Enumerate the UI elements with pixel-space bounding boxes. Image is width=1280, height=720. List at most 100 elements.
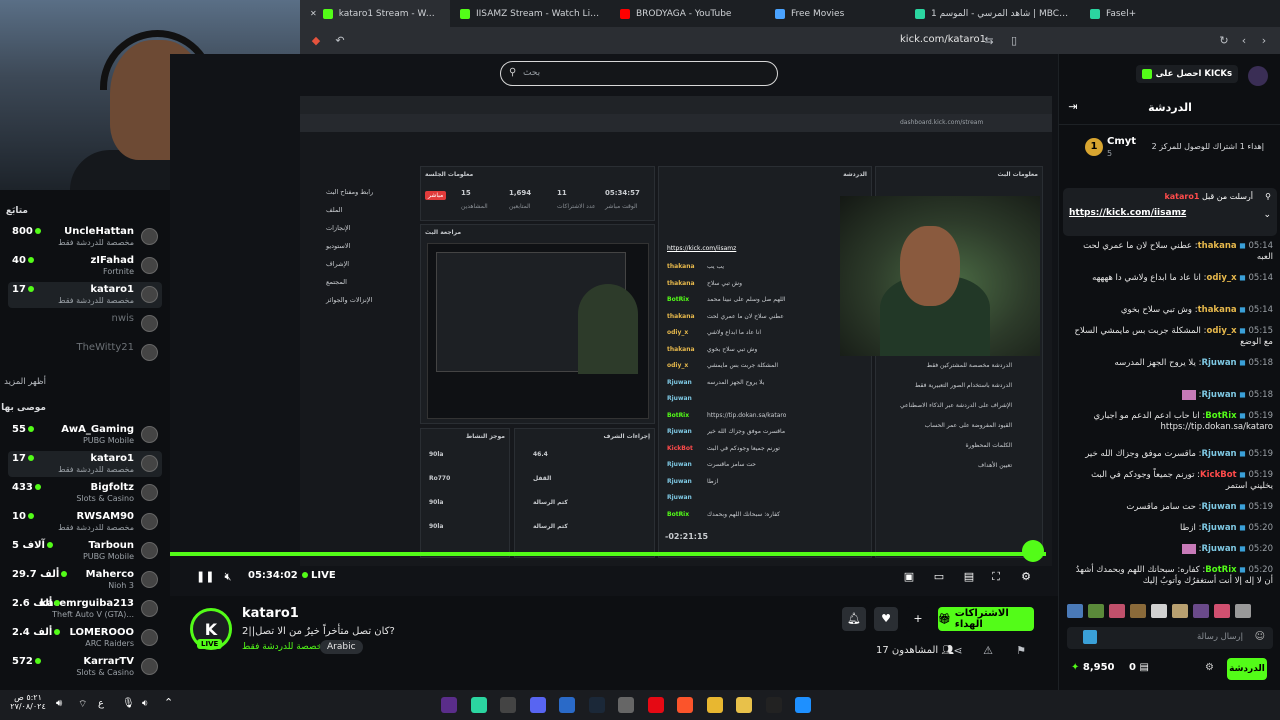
chat-username[interactable]: KickBot (1200, 470, 1237, 480)
chat-message[interactable]: 05:20 ◼ Rjuwan: (1067, 543, 1273, 555)
emote-icon[interactable] (1172, 604, 1188, 618)
sidebar-channel-item[interactable]: RWSAM90 مخصصة للدردشة فقط 10 (8, 509, 162, 535)
chat-message[interactable]: 05:20 ◼ Rjuwan: ازطا (1067, 522, 1273, 534)
gift-subscription-button[interactable]: 🎁︎ الاشتراكات الهداء (938, 607, 1034, 631)
sidebar-channel-item[interactable]: kacemrguiba213 Theft Auto V (GTA)... 2.6 أ… (8, 596, 162, 622)
brave-shield-icon[interactable]: ◆ (310, 35, 322, 47)
follow-button[interactable]: ♥ (874, 607, 898, 631)
volume-icon[interactable]: 🔉︎ (142, 698, 148, 709)
chat-username[interactable]: thakana (1198, 241, 1237, 251)
store-icon[interactable] (559, 697, 575, 713)
sidebar-channel-item[interactable]: Maherco Nioh 3 29.7 ألف (8, 567, 162, 593)
chat-username[interactable]: Rjuwan (1201, 390, 1236, 400)
game-icon[interactable] (500, 697, 516, 713)
nav-back-icon[interactable]: ‹ (1238, 35, 1250, 47)
sidebar-channel-item[interactable]: TheWitty21 (8, 340, 162, 366)
chat-message[interactable]: 05:19 ◼ BotRix: انا حاب ادعم الدعم مو اج… (1067, 410, 1273, 433)
chat-message[interactable]: 05:20 ◼ BotRix: كفاره: سبحانك اللهم وبحم… (1067, 564, 1273, 587)
emote-icon[interactable] (1214, 604, 1230, 618)
emote-icon[interactable] (1130, 604, 1146, 618)
nav-forward-icon[interactable]: › (1258, 35, 1270, 47)
mic-icon[interactable]: 🎙︎ (122, 698, 135, 709)
browser-tab[interactable]: Fasel+ (1080, 0, 1200, 27)
chat-message[interactable]: 05:18 ◼ Rjuwan: (1067, 389, 1273, 401)
chat-username[interactable]: thakana (1198, 305, 1237, 315)
chat-message[interactable]: 05:14 ◼ thakana: عطني سلاح لان ما عمري ل… (1067, 240, 1273, 263)
chat-username[interactable]: Rjuwan (1201, 449, 1236, 459)
back-icon[interactable]: ↶ (334, 35, 346, 47)
chat-message[interactable]: 05:14 ◼ thakana: وش تبي سلاح بخوي (1067, 304, 1273, 316)
emote-icon[interactable] (1151, 604, 1167, 618)
chat-username[interactable]: BotRix (1205, 565, 1236, 575)
notifications-button[interactable]: 🔔︎ (842, 607, 866, 631)
sidebar-channel-item[interactable]: UncleHattan مخصصة للدردشة فقط 800 (8, 224, 162, 250)
steam-icon[interactable] (588, 697, 605, 713)
chat-message[interactable]: 05:14 ◼ odiy_x: انا عاد ما ابداع ولاشي د… (1067, 272, 1273, 284)
sidebar-channel-item[interactable]: zIFahad Fortnite 40 (8, 253, 162, 279)
show-more-link[interactable]: أظهر المزيد (4, 377, 46, 387)
chat-message[interactable]: 05:19 ◼ Rjuwan: حت سامز ماقسرت (1067, 501, 1273, 513)
chrome-icon[interactable] (706, 697, 723, 713)
pin-icon[interactable]: ⚲ (1265, 192, 1271, 201)
chat-username[interactable]: Rjuwan (1201, 523, 1236, 533)
sidebar-channel-item[interactable]: LOMEROOO ARC Raiders 2.4 ألف (8, 625, 162, 651)
chat-username[interactable]: BotRix (1205, 411, 1236, 421)
sidebar-channel-item[interactable]: kataro1 مخصصة للدردشة فقط 17 (8, 451, 162, 477)
video-player[interactable]: ⚲ بحث dashboard.kick.com/stream رابط ومف… (170, 54, 1058, 596)
sidebar-channel-item[interactable]: kataro1 مخصصة للدردشة فقط 17 (8, 282, 162, 308)
browser-tab[interactable]: Free Movies (765, 0, 905, 27)
clip-icon[interactable]: ▤ (963, 571, 975, 583)
add-button[interactable]: + (906, 607, 930, 631)
sidebar-channel-item[interactable]: nwis (8, 311, 162, 337)
kick-emote-icon[interactable] (1083, 630, 1097, 644)
emote-icon[interactable] (1067, 604, 1083, 618)
mute-icon[interactable]: 🔇︎ (222, 571, 234, 583)
emote-icon[interactable] (1235, 604, 1251, 618)
sidebar-channel-item[interactable]: Bigfoltz Slots & Casino 433 (8, 480, 162, 506)
folder-icon[interactable] (736, 697, 752, 713)
emoji-icon[interactable]: ☺ (1255, 631, 1265, 642)
pause-icon[interactable]: ❚❚ (196, 571, 214, 583)
chat-username[interactable]: odiy_x (1206, 326, 1236, 336)
chat-message[interactable]: 05:15 ◼ odiy_x: المشكلة جربت بس مايمشي ا… (1067, 325, 1273, 348)
search-box[interactable]: ⚲ بحث (500, 61, 778, 86)
emote-icon[interactable] (1193, 604, 1209, 618)
tab-close-icon[interactable]: ✕ (310, 9, 317, 18)
stream-category[interactable]: مخصصة للدردشة فقط (242, 642, 327, 652)
tray-chevron-icon[interactable]: ⌃ (164, 696, 173, 709)
chat-message[interactable]: 05:19 ◼ Rjuwan: ماقسرت موفق وجزاك الله خ… (1067, 448, 1273, 460)
chat-message[interactable]: 05:19 ◼ KickBot: تورنم جميعاً وجودكم في … (1067, 469, 1273, 492)
pinned-message[interactable]: أرسلت من قبل kataro1 ⚲ https://kick.com/… (1063, 188, 1277, 236)
netflix-icon[interactable] (647, 697, 664, 713)
share-icon[interactable]: ⋖ (952, 645, 964, 657)
sidebar-channel-item[interactable]: Tarboun PUBG Mobile 5 آلاف (8, 538, 162, 564)
chevron-down-icon[interactable]: ⌄ (1263, 210, 1271, 220)
discord-icon[interactable] (529, 697, 546, 713)
player-progress-knob[interactable] (1022, 540, 1044, 562)
sidebar-channel-item[interactable]: AwA_Gaming PUBG Mobile 55 (8, 422, 162, 448)
live-indicator[interactable]: LIVE (302, 570, 336, 581)
bookmark-icon[interactable]: ▯ (1008, 35, 1020, 47)
browser-tab[interactable]: BRODYAGA - YouTube (610, 0, 765, 27)
chat-app-icon[interactable] (470, 697, 487, 713)
keyboard-lang[interactable]: ع (98, 698, 104, 709)
search-icon[interactable] (765, 697, 782, 713)
emote-icon[interactable] (1109, 604, 1125, 618)
chat-username[interactable]: Rjuwan (1201, 358, 1236, 368)
settings-gear-icon[interactable]: ⚙ (1020, 571, 1032, 583)
chat-send-button[interactable]: الدردشة (1227, 658, 1267, 680)
top-gifter-name[interactable]: Cmyt (1107, 136, 1136, 147)
theater-icon[interactable]: ▭ (933, 571, 945, 583)
chat-settings-icon[interactable]: ⚙ (1205, 662, 1214, 673)
chat-username[interactable]: Rjuwan (1201, 544, 1236, 554)
windows-start-icon[interactable] (795, 697, 811, 713)
chat-username[interactable]: odiy_x (1206, 273, 1236, 283)
settings-icon[interactable] (618, 697, 634, 713)
chat-username[interactable]: Rjuwan (1201, 502, 1236, 512)
pinned-link[interactable]: https://kick.com/iisamz (1069, 208, 1186, 218)
user-avatar[interactable] (1248, 66, 1268, 86)
pip-icon[interactable]: ▣ (903, 571, 915, 583)
more-icon[interactable]: ⚑ (1015, 645, 1027, 657)
site-settings-icon[interactable]: ⇆ (983, 35, 995, 47)
fullscreen-icon[interactable]: ⛶ (990, 571, 1002, 583)
